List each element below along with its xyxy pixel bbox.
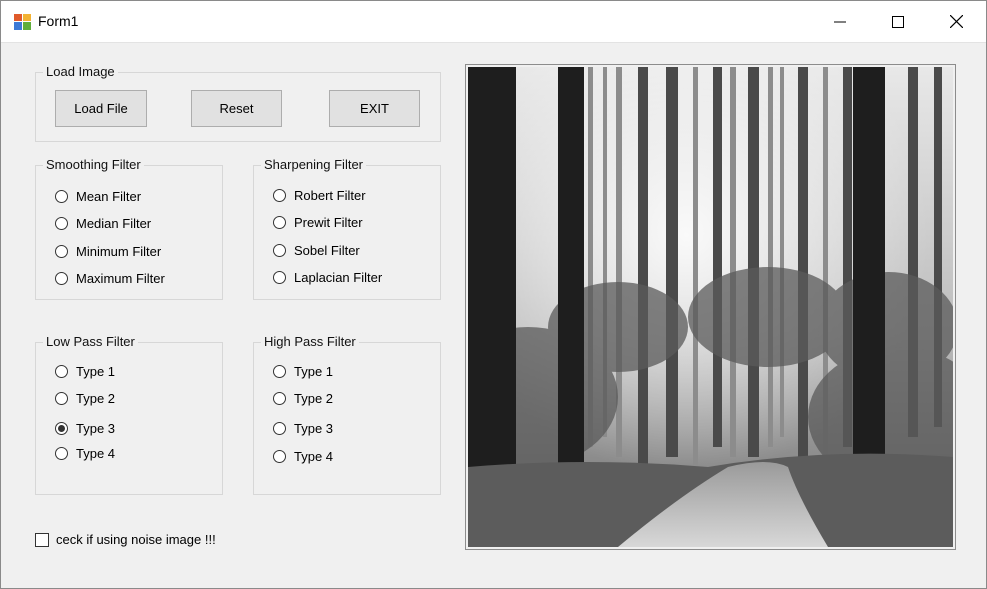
checkbox-box[interactable]	[35, 532, 49, 547]
radio-circle[interactable]	[55, 245, 68, 258]
radio-prewit-filter[interactable]: Prewit Filter	[273, 215, 363, 230]
radio-circle[interactable]	[273, 244, 286, 257]
load-image-group: Load Image Load File Reset EXIT	[35, 64, 441, 142]
title-bar: Form1	[1, 1, 986, 43]
radio-label: Maximum Filter	[76, 271, 165, 286]
radio-circle-selected[interactable]	[55, 422, 68, 435]
radio-circle[interactable]	[55, 272, 68, 285]
radio-circle[interactable]	[273, 422, 286, 435]
radio-sobel-filter[interactable]: Sobel Filter	[273, 243, 360, 258]
radio-low-pass-type-1[interactable]: Type 1	[55, 364, 115, 379]
forest-photo	[468, 67, 953, 547]
radio-maximum-filter[interactable]: Maximum Filter	[55, 271, 165, 286]
main-window: Form1 Load Image Load File Reset EXIT Sm…	[0, 0, 987, 589]
noise-checkbox-label: ceck if using noise image !!!	[56, 532, 216, 547]
radio-label: Laplacian Filter	[294, 270, 383, 285]
low-pass-filter-label: Low Pass Filter	[43, 334, 138, 350]
radio-label: Type 3	[294, 421, 334, 436]
exit-button[interactable]: EXIT	[329, 90, 420, 127]
radio-label: Minimum Filter	[76, 244, 162, 259]
radio-circle[interactable]	[55, 217, 68, 230]
radio-label: Median Filter	[76, 216, 152, 231]
radio-label: Mean Filter	[76, 189, 142, 204]
radio-circle[interactable]	[273, 271, 286, 284]
radio-circle[interactable]	[55, 190, 68, 203]
radio-median-filter[interactable]: Median Filter	[55, 216, 151, 231]
radio-label: Type 1	[294, 364, 334, 379]
minimize-button[interactable]	[811, 1, 869, 42]
radio-label: Type 4	[294, 449, 334, 464]
radio-label: Robert Filter	[294, 188, 366, 203]
minimize-icon	[834, 21, 846, 22]
noise-image-checkbox[interactable]: ceck if using noise image !!!	[35, 532, 216, 547]
low-pass-filter-group: Low Pass Filter Type 1 Type 2 Type 3 Typ…	[35, 334, 223, 495]
radio-circle[interactable]	[273, 216, 286, 229]
reset-button[interactable]: Reset	[191, 90, 282, 127]
radio-label: Prewit Filter	[294, 215, 363, 230]
high-pass-filter-group: High Pass Filter Type 1 Type 2 Type 3 Ty…	[253, 334, 441, 495]
maximize-button[interactable]	[869, 1, 927, 42]
radio-label: Type 4	[76, 446, 116, 461]
radio-laplacian-filter[interactable]: Laplacian Filter	[273, 270, 382, 285]
radio-label: Sobel Filter	[294, 243, 360, 258]
radio-high-pass-type-4[interactable]: Type 4	[273, 449, 333, 464]
radio-low-pass-type-4[interactable]: Type 4	[55, 446, 115, 461]
radio-circle[interactable]	[273, 392, 286, 405]
radio-label: Type 3	[76, 421, 116, 436]
close-icon	[949, 15, 963, 28]
radio-high-pass-type-1[interactable]: Type 1	[273, 364, 333, 379]
radio-circle[interactable]	[55, 365, 68, 378]
window-title: Form1	[38, 13, 79, 29]
radio-label: Type 2	[76, 391, 116, 406]
radio-minimum-filter[interactable]: Minimum Filter	[55, 244, 161, 259]
radio-circle[interactable]	[273, 365, 286, 378]
load-image-label: Load Image	[43, 64, 118, 80]
radio-high-pass-type-3[interactable]: Type 3	[273, 421, 333, 436]
radio-low-pass-type-2[interactable]: Type 2	[55, 391, 115, 406]
radio-robert-filter[interactable]: Robert Filter	[273, 188, 366, 203]
radio-mean-filter[interactable]: Mean Filter	[55, 189, 141, 204]
radio-circle[interactable]	[273, 189, 286, 202]
radio-circle[interactable]	[55, 447, 68, 460]
smoothing-filter-group: Smoothing Filter Mean Filter Median Filt…	[35, 157, 223, 300]
app-form-icon	[14, 14, 31, 30]
smoothing-filter-label: Smoothing Filter	[43, 157, 144, 173]
sharpening-filter-label: Sharpening Filter	[261, 157, 366, 173]
radio-circle[interactable]	[55, 392, 68, 405]
radio-label: Type 2	[294, 391, 334, 406]
radio-label: Type 1	[76, 364, 116, 379]
load-file-button[interactable]: Load File	[55, 90, 147, 127]
radio-circle[interactable]	[273, 450, 286, 463]
radio-high-pass-type-2[interactable]: Type 2	[273, 391, 333, 406]
radio-low-pass-type-3[interactable]: Type 3	[55, 421, 115, 436]
picture-box	[465, 64, 956, 550]
maximize-icon	[892, 15, 904, 28]
close-button[interactable]	[927, 1, 985, 42]
radio-selected-dot	[58, 425, 65, 432]
high-pass-filter-label: High Pass Filter	[261, 334, 359, 350]
sharpening-filter-group: Sharpening Filter Robert Filter Prewit F…	[253, 157, 441, 300]
